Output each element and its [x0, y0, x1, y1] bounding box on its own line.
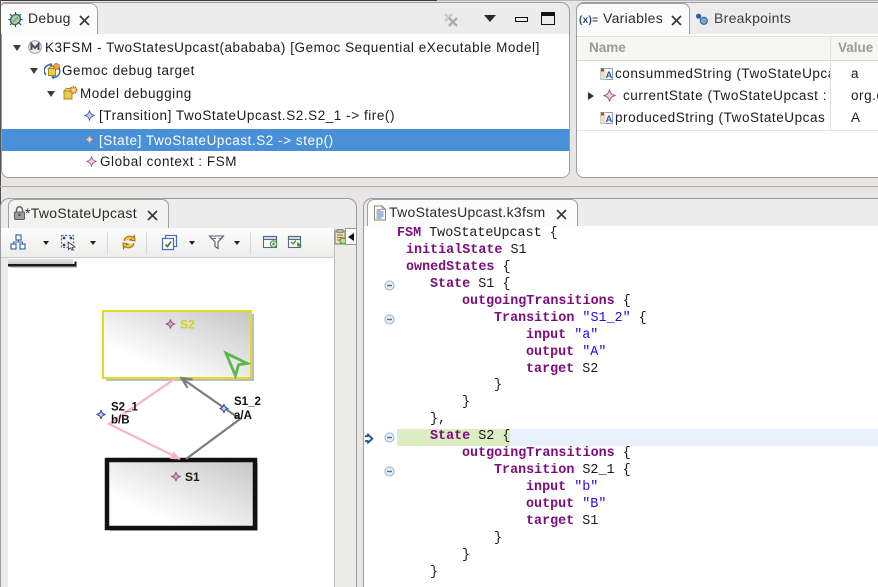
svg-text:A: A [606, 114, 613, 125]
svg-text:a/A: a/A [234, 410, 252, 422]
svg-text:A: A [606, 70, 613, 81]
svg-text:S1: S1 [185, 470, 200, 484]
svg-text:S2: S2 [180, 318, 195, 332]
svg-text:b/B: b/B [111, 415, 130, 427]
svg-text:S1_2: S1_2 [234, 396, 261, 408]
svg-text:S2_1: S2_1 [111, 402, 138, 414]
